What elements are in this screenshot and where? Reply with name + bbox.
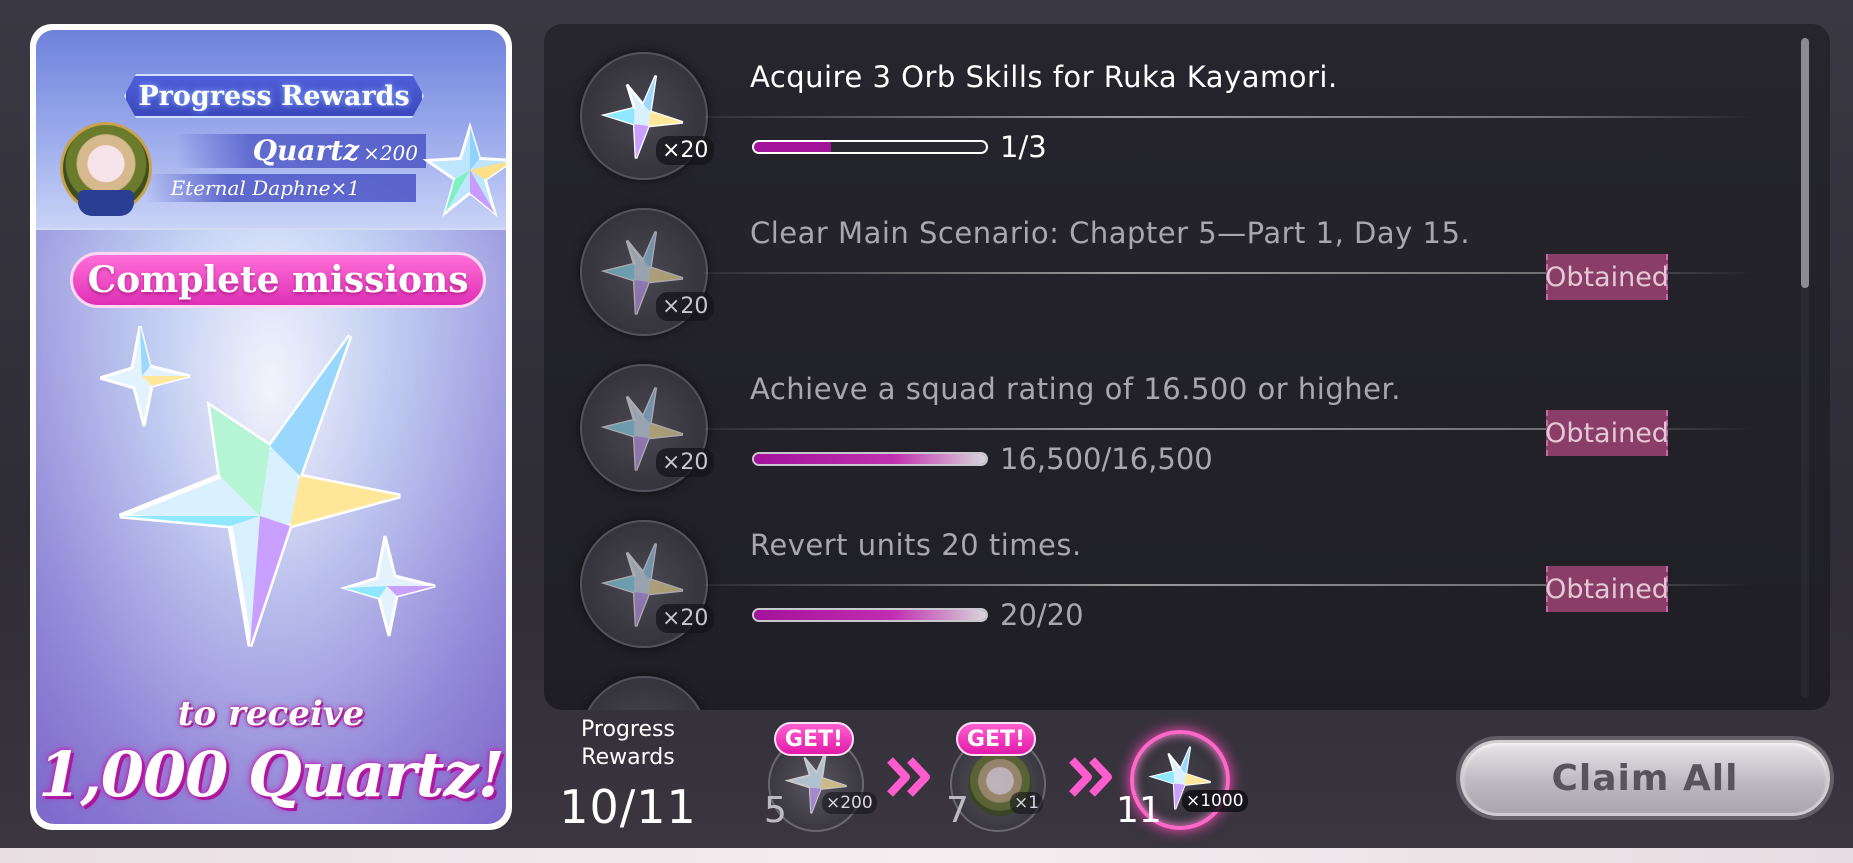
divider <box>704 116 1754 118</box>
progress-rewards-line1: Progress <box>581 717 675 742</box>
progress-fill <box>754 142 832 152</box>
quartz-star-icon <box>422 122 506 218</box>
daphne-reward-line: Eternal Daphne×1 <box>146 174 416 202</box>
small-quartz-icon <box>100 326 191 427</box>
obtained-badge: Obtained <box>1545 410 1669 456</box>
progress-rewards-line2: Rewards <box>581 745 675 770</box>
receive-label: to receive <box>177 694 365 734</box>
mission-list-panel[interactable]: ×20 Acquire 3 Orb Skills for Ruka Kayamo… <box>544 24 1830 710</box>
promo-quartz-label: 1,000 Quartz! <box>38 738 505 811</box>
mission-title: Achieve a squad rating of 16.500 or high… <box>750 372 1401 406</box>
quartz-reward-line: Quartz ×200 <box>176 134 426 168</box>
mission-title: Acquire 3 Orb Skills for Ruka Kayamori. <box>750 60 1338 94</box>
progress-text: 16,500/16,500 <box>1000 442 1213 476</box>
progress-rewards-label: Progress Rewards <box>560 716 696 772</box>
claim-all-button[interactable]: Claim All <box>1460 740 1830 816</box>
mission-reward-icon: ×20 <box>580 52 715 180</box>
get-badge: GET! <box>956 722 1036 756</box>
mission-progress-bar <box>752 452 988 466</box>
header-banner: Progress Rewards <box>124 74 424 118</box>
mission-reward-icon: ×20 <box>580 520 715 648</box>
scrollbar-thumb[interactable] <box>1801 38 1809 288</box>
mission-reward-icon: ×20 <box>580 208 715 336</box>
mission-progress-bar <box>752 608 988 622</box>
quartz-label: Quartz <box>252 134 360 167</box>
quartz-qty: ×200 <box>363 141 418 165</box>
milestone-number: 11 <box>1116 790 1162 831</box>
milestone-qty: ×200 <box>822 792 877 814</box>
reward-qty: ×20 <box>656 448 715 477</box>
mission-reward-icon <box>580 676 708 710</box>
reward-qty: ×20 <box>656 292 715 321</box>
small-quartz-icon-2 <box>339 535 436 637</box>
get-badge: GET! <box>774 722 854 756</box>
complete-missions-label: Complete missions <box>87 259 469 301</box>
reward-qty: ×20 <box>656 604 715 633</box>
milestone-number: 7 <box>946 790 969 831</box>
milestone-qty: ×1 <box>1010 792 1044 814</box>
ribbon-icon <box>78 190 134 216</box>
reward-qty: ×20 <box>656 136 715 165</box>
complete-missions-pill: Complete missions <box>70 252 486 308</box>
chevron-right-icon <box>887 757 930 797</box>
mission-row[interactable]: ×20 Revert units 20 times. 20/20 Obtaine… <box>544 492 1784 648</box>
obtained-badge: Obtained <box>1545 254 1669 300</box>
chevron-right-icon <box>1069 757 1112 797</box>
reward-header: Progress Rewards Quartz ×200 Eternal Dap… <box>36 30 506 230</box>
header-title: Progress Rewards <box>138 80 410 112</box>
progress-fill <box>754 610 986 620</box>
mission-reward-icon: ×20 <box>580 364 715 492</box>
milestone-number: 5 <box>764 790 787 831</box>
mission-progress-bar <box>752 140 988 154</box>
quartz-crystal-art <box>100 326 436 647</box>
progress-text: 20/20 <box>1000 598 1084 632</box>
mission-row[interactable]: ×20 Achieve a squad rating of 16.500 or … <box>544 336 1784 492</box>
progress-text: 1/3 <box>1000 130 1047 164</box>
mission-title: Revert units 20 times. <box>750 528 1082 562</box>
mission-row[interactable]: ×20 Acquire 3 Orb Skills for Ruka Kayamo… <box>544 24 1784 180</box>
bottom-strip <box>0 848 1853 863</box>
obtained-badge: Obtained <box>1545 566 1669 612</box>
milestone-qty: ×1000 <box>1182 790 1248 812</box>
mission-row-partial[interactable] <box>544 648 1784 710</box>
daphne-label: Eternal Daphne×1 <box>170 176 360 200</box>
mission-title: Clear Main Scenario: Chapter 5—Part 1, D… <box>750 216 1471 250</box>
progress-fill <box>754 454 986 464</box>
mission-row[interactable]: ×20 Clear Main Scenario: Chapter 5—Part … <box>544 180 1784 336</box>
progress-rewards-card: Progress Rewards Quartz ×200 Eternal Dap… <box>30 24 512 830</box>
progress-count: 10/11 <box>559 780 697 834</box>
